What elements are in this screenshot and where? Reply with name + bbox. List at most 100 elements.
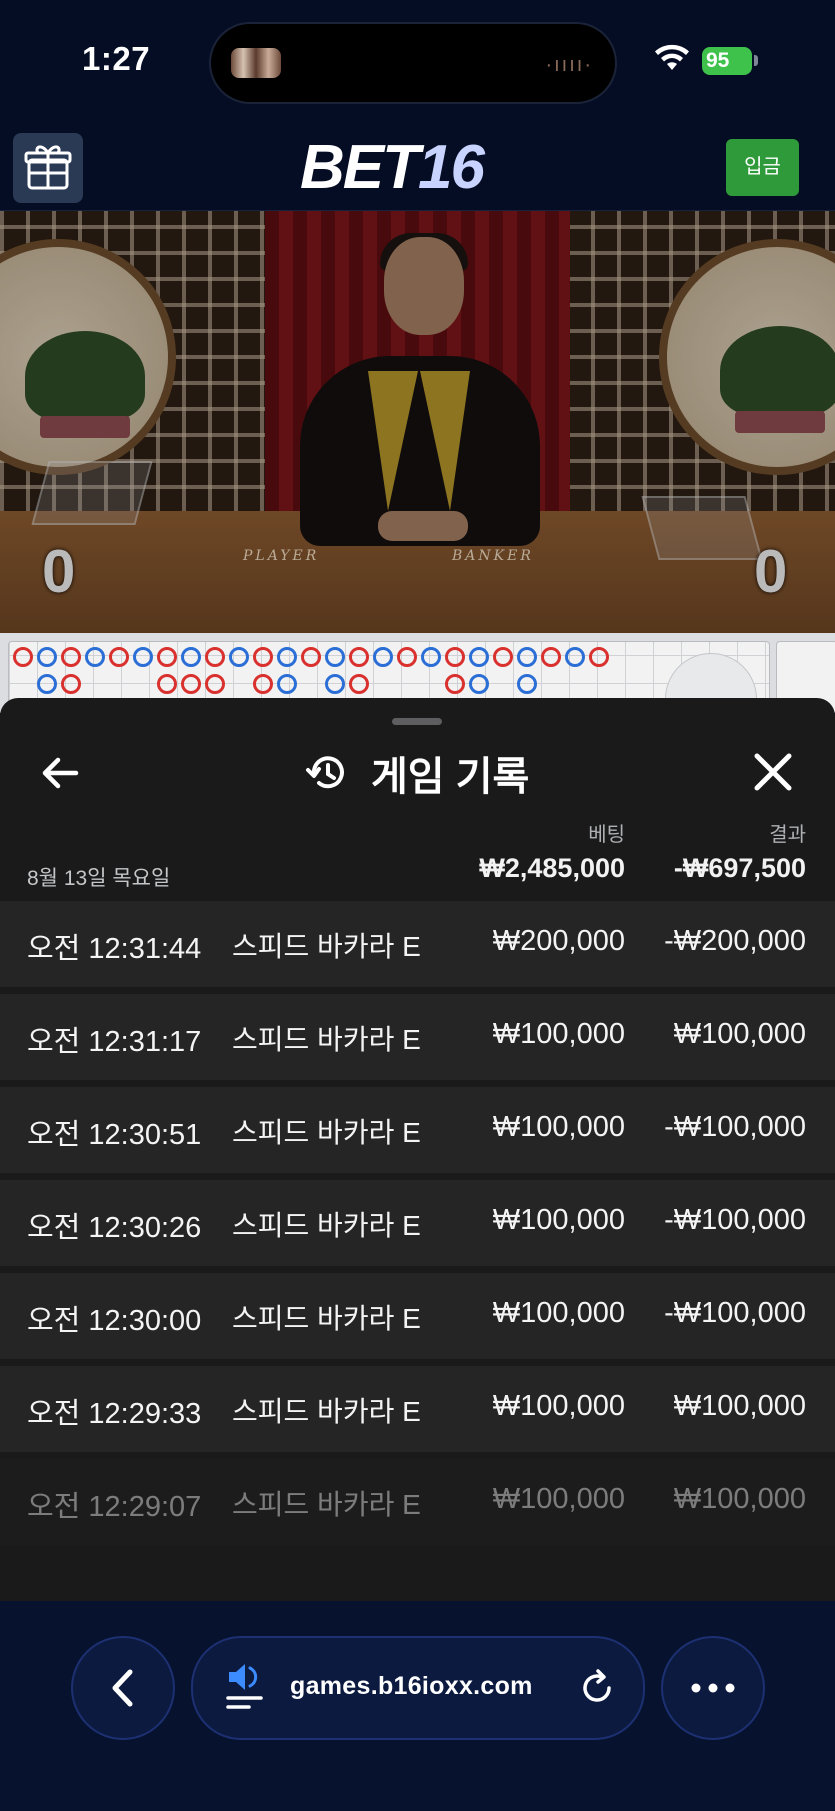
- bead-banker: [181, 674, 201, 694]
- gift-icon: [24, 145, 72, 190]
- bead-player: [565, 647, 585, 667]
- sheet-title-text: 게임 기록: [371, 755, 530, 799]
- row-game: 스피드 바카라 E: [232, 1489, 421, 1520]
- bead-banker: [445, 647, 465, 667]
- history-row[interactable]: 오전 12:31:17 스피드 바카라 E ₩100,000 ₩100,000: [0, 994, 835, 1080]
- row-result: -₩100,000: [664, 1111, 806, 1143]
- bead-player: [517, 674, 537, 694]
- history-row[interactable]: 오전 12:29:07 스피드 바카라 E ₩100,000 ₩100,000: [0, 1459, 835, 1545]
- bead-banker: [349, 647, 369, 667]
- row-result: -₩100,000: [664, 1297, 806, 1329]
- row-bet: ₩100,000: [492, 1204, 625, 1236]
- bead-player: [85, 647, 105, 667]
- row-game: 스피드 바카라 E: [232, 1396, 421, 1427]
- bead-banker: [61, 674, 81, 694]
- history-row[interactable]: 오전 12:31:44 스피드 바카라 E ₩200,000 -₩200,000: [0, 901, 835, 987]
- battery-level: 95: [706, 49, 730, 72]
- close-icon: [754, 753, 792, 791]
- speaker-icon: [226, 1664, 263, 1709]
- row-bet: ₩100,000: [492, 1018, 625, 1050]
- bead-empty: [133, 674, 153, 694]
- status-bar: 1:27 ·ıııı· 95: [0, 0, 835, 124]
- row-bet: ₩100,000: [492, 1297, 625, 1329]
- bead-empty: [13, 674, 33, 694]
- bead-player: [133, 647, 153, 667]
- total-bet: ₩2,485,000: [479, 853, 625, 883]
- wifi-icon: [655, 44, 689, 70]
- bead-empty: [493, 674, 513, 694]
- bead-banker: [157, 647, 177, 667]
- row-bet: ₩100,000: [492, 1483, 625, 1515]
- bead-banker: [61, 647, 81, 667]
- app-header: BET16 입금: [0, 124, 835, 211]
- logo-text-16: 16: [418, 133, 485, 202]
- row-time: 오전 12:30:00: [27, 1305, 202, 1337]
- arrow-left-icon: [42, 757, 79, 789]
- reload-icon[interactable]: [577, 1668, 617, 1708]
- bead-player: [37, 647, 57, 667]
- bead-player: [37, 674, 57, 694]
- browser-toolbar: games.b16ioxx.com: [0, 1601, 835, 1811]
- row-time: 오전 12:30:26: [27, 1212, 202, 1244]
- bead-banker: [205, 647, 225, 667]
- row-bet: ₩200,000: [492, 925, 625, 957]
- close-button[interactable]: [745, 744, 801, 800]
- live-dealer-video[interactable]: PLAYER BANKER 0 0: [0, 211, 835, 633]
- history-row[interactable]: 오전 12:29:33 스피드 바카라 E ₩100,000 ₩100,000: [0, 1366, 835, 1452]
- row-time: 오전 12:31:17: [27, 1026, 202, 1058]
- bead-banker: [205, 674, 225, 694]
- url-text: games.b16ioxx.com: [290, 1672, 533, 1700]
- bead-player: [325, 647, 345, 667]
- battery-tip: [754, 55, 758, 66]
- row-game: 스피드 바카라 E: [232, 1210, 421, 1241]
- game-history-sheet: 게임 기록 베팅 결과 8월 13일 목요일 ₩2,485,000 -₩697,…: [0, 698, 835, 1601]
- more-options-button[interactable]: [661, 1636, 765, 1740]
- bead-player: [277, 674, 297, 694]
- bead-banker: [493, 647, 513, 667]
- bead-player: [517, 647, 537, 667]
- bead-banker: [301, 647, 321, 667]
- row-game: 스피드 바카라 E: [232, 1117, 421, 1148]
- bead-empty: [109, 674, 129, 694]
- gift-button[interactable]: [13, 133, 83, 203]
- column-header-result: 결과: [769, 824, 806, 846]
- chevron-left-icon: [112, 1669, 133, 1707]
- bead-player: [421, 647, 441, 667]
- row-game: 스피드 바카라 E: [232, 1024, 421, 1055]
- row-time: 오전 12:29:07: [27, 1491, 202, 1523]
- more-horizontal-icon: [691, 1683, 735, 1693]
- bead-player: [373, 647, 393, 667]
- sheet-drag-handle[interactable]: [392, 718, 442, 725]
- row-time: 오전 12:30:51: [27, 1119, 202, 1151]
- bead-empty: [85, 674, 105, 694]
- bead-banker: [253, 674, 273, 694]
- deposit-button[interactable]: 입금: [726, 139, 799, 196]
- audio-waveform-icon: ·ıııı·: [545, 54, 593, 76]
- bead-banker: [541, 647, 561, 667]
- history-row[interactable]: 오전 12:30:26 스피드 바카라 E ₩100,000 -₩100,000: [0, 1180, 835, 1266]
- bead-road-row: [13, 647, 609, 667]
- battery-icon: 95: [702, 47, 752, 75]
- row-bet: ₩100,000: [492, 1111, 625, 1143]
- bead-banker: [13, 647, 33, 667]
- bead-banker: [157, 674, 177, 694]
- row-result: -₩100,000: [664, 1204, 806, 1236]
- bead-banker: [589, 647, 609, 667]
- browser-back-button[interactable]: [71, 1636, 175, 1740]
- bead-empty: [301, 674, 321, 694]
- row-result: ₩100,000: [673, 1483, 806, 1515]
- bead-player: [181, 647, 201, 667]
- address-bar[interactable]: games.b16ioxx.com: [191, 1636, 645, 1740]
- bead-player: [469, 647, 489, 667]
- bead-player: [325, 674, 345, 694]
- history-row[interactable]: 오전 12:30:00 스피드 바카라 E ₩100,000 -₩100,000: [0, 1273, 835, 1359]
- status-time: 1:27: [82, 40, 151, 77]
- history-row[interactable]: 오전 12:30:51 스피드 바카라 E ₩100,000 -₩100,000: [0, 1087, 835, 1173]
- row-bet: ₩100,000: [492, 1390, 625, 1422]
- column-header-bet: 베팅: [588, 824, 625, 846]
- back-button[interactable]: [34, 746, 88, 800]
- dynamic-island[interactable]: ·ıııı·: [211, 24, 615, 102]
- row-result: ₩100,000: [673, 1390, 806, 1422]
- total-result: -₩697,500: [673, 853, 806, 883]
- bead-road-row: [13, 674, 537, 694]
